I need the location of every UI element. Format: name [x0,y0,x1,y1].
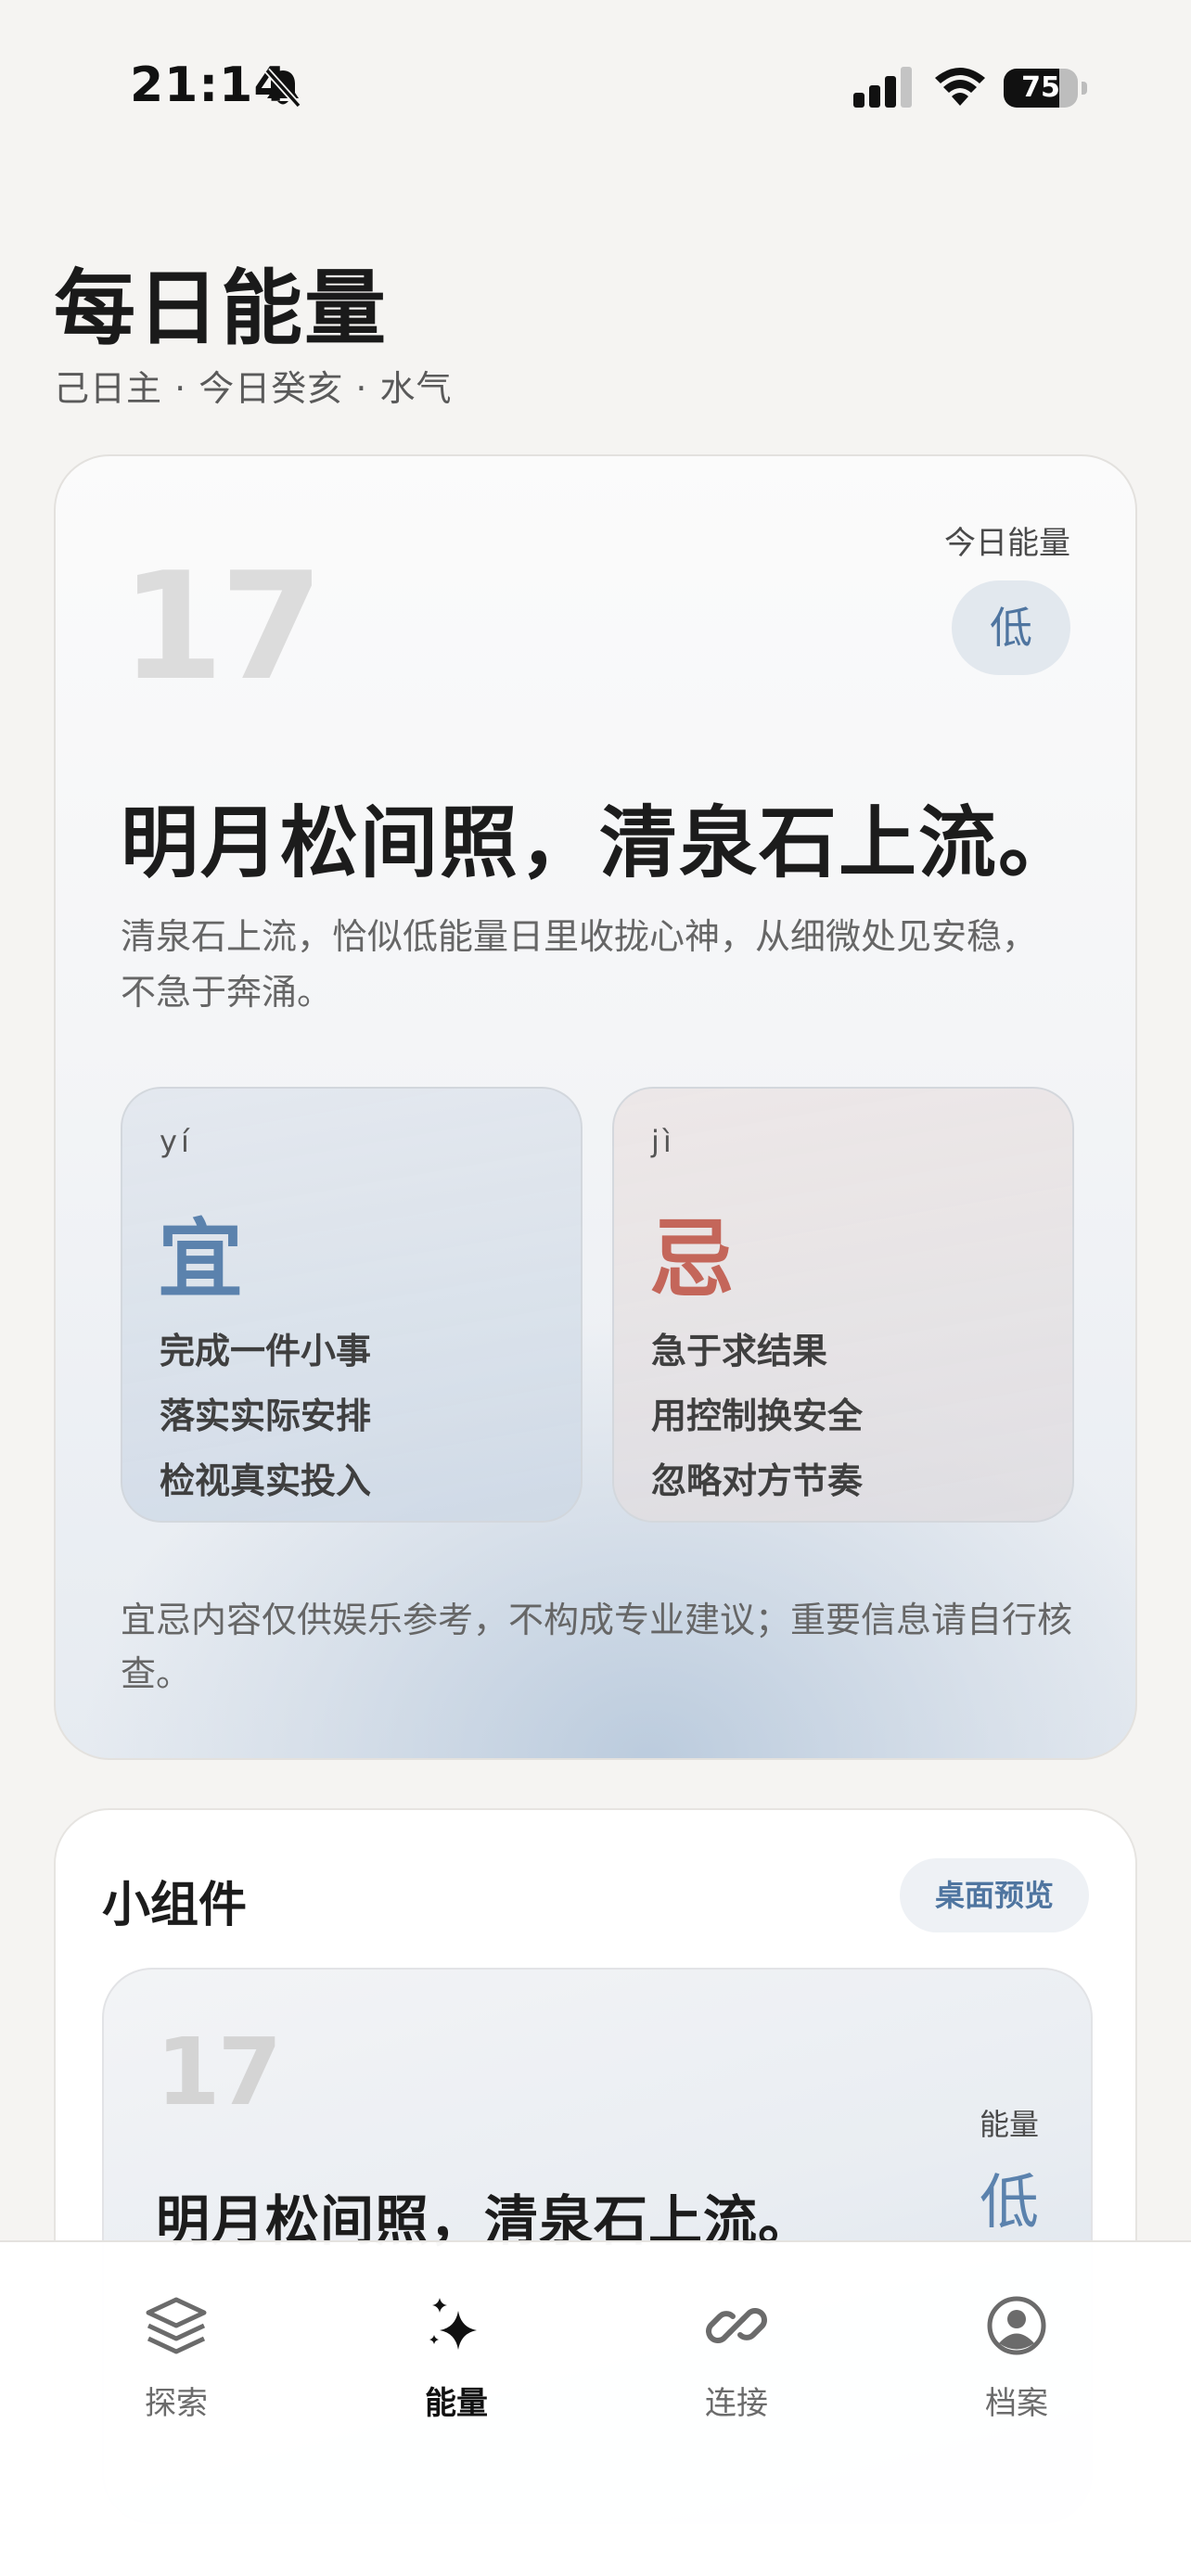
daily-energy-card[interactable]: 17 今日能量 低 明月松间照，清泉石上流。 清泉石上流，恰似低能量日里收拢心神… [54,454,1137,1760]
battery-percentage: 75 [1021,71,1060,104]
tab-energy[interactable]: 能量 [364,2292,549,2459]
ji-list: 急于求结果 用控制换安全 忽略对方节奏 [651,1319,863,1513]
day-number: 17 [121,540,324,713]
bottom-tab-bar: 探索 能量 连接 档案 [0,2240,1191,2576]
ji-avoidances-card: jì 忌 急于求结果 用控制换安全 忽略对方节奏 [612,1087,1074,1523]
desktop-preview-button[interactable]: 桌面预览 [900,1858,1089,1932]
list-item: 急于求结果 [651,1331,828,1371]
tab-label: 探索 [145,2385,208,2422]
tab-label: 能量 [425,2385,488,2422]
ji-pinyin: jì [651,1124,675,1159]
layers-icon [146,2297,207,2354]
tab-connect[interactable]: 连接 [644,2292,829,2459]
wifi-icon [935,68,985,106]
energy-level-badge: 低 [952,580,1070,675]
list-item: 用控制换安全 [651,1396,864,1436]
list-item: 忽略对方节奏 [651,1460,864,1501]
yi-pinyin: yí [160,1124,193,1159]
widget-energy-level: 低 [980,2169,1039,2238]
widget-energy-label: 能量 [979,2107,1039,2142]
user-circle-icon [987,2296,1046,2355]
tab-profile[interactable]: 档案 [924,2292,1109,2459]
cellular-signal-icon [853,67,912,108]
poem-description: 清泉石上流，恰似低能量日里收拢心神，从细微处见安稳，不急于奔涌。 [121,916,1038,1013]
poem-line: 明月松间照，清泉石上流。 [121,797,1079,888]
page-subtitle: 己日主 · 今日癸亥 · 水气 [54,368,453,409]
tab-explore[interactable]: 探索 [83,2292,269,2459]
widget-section-title: 小组件 [102,1878,248,1933]
list-item: 完成一件小事 [160,1331,372,1371]
battery-icon: 75 [1004,65,1087,111]
page-title: 每日能量 [54,261,389,356]
list-item: 检视真实投入 [160,1460,372,1501]
link-icon [706,2308,767,2343]
energy-label: 今日能量 [944,525,1070,562]
tab-label: 档案 [985,2385,1048,2422]
tab-label: 连接 [705,2385,768,2422]
bell-slash-icon [264,68,301,108]
yi-list: 完成一件小事 落实实际安排 检视真实投入 [160,1319,371,1513]
sparkle-icon [429,2298,477,2350]
widget-day-number: 17 [156,2018,282,2126]
ji-character: 忌 [649,1210,736,1309]
list-item: 落实实际安排 [160,1396,372,1436]
status-bar: 21:14 75 [0,0,1191,176]
yi-character: 宜 [158,1210,244,1309]
daily-energy-screen: 21:14 75 每日能量 己日主 · 今日癸亥 · 水气 17 今日能量 低 … [0,0,1191,2576]
disclaimer-text: 宜忌内容仅供娱乐参考，不构成专业建议；重要信息请自行核查。 [121,1600,1073,1694]
yi-suggestions-card: yí 宜 完成一件小事 落实实际安排 检视真实投入 [121,1087,583,1523]
